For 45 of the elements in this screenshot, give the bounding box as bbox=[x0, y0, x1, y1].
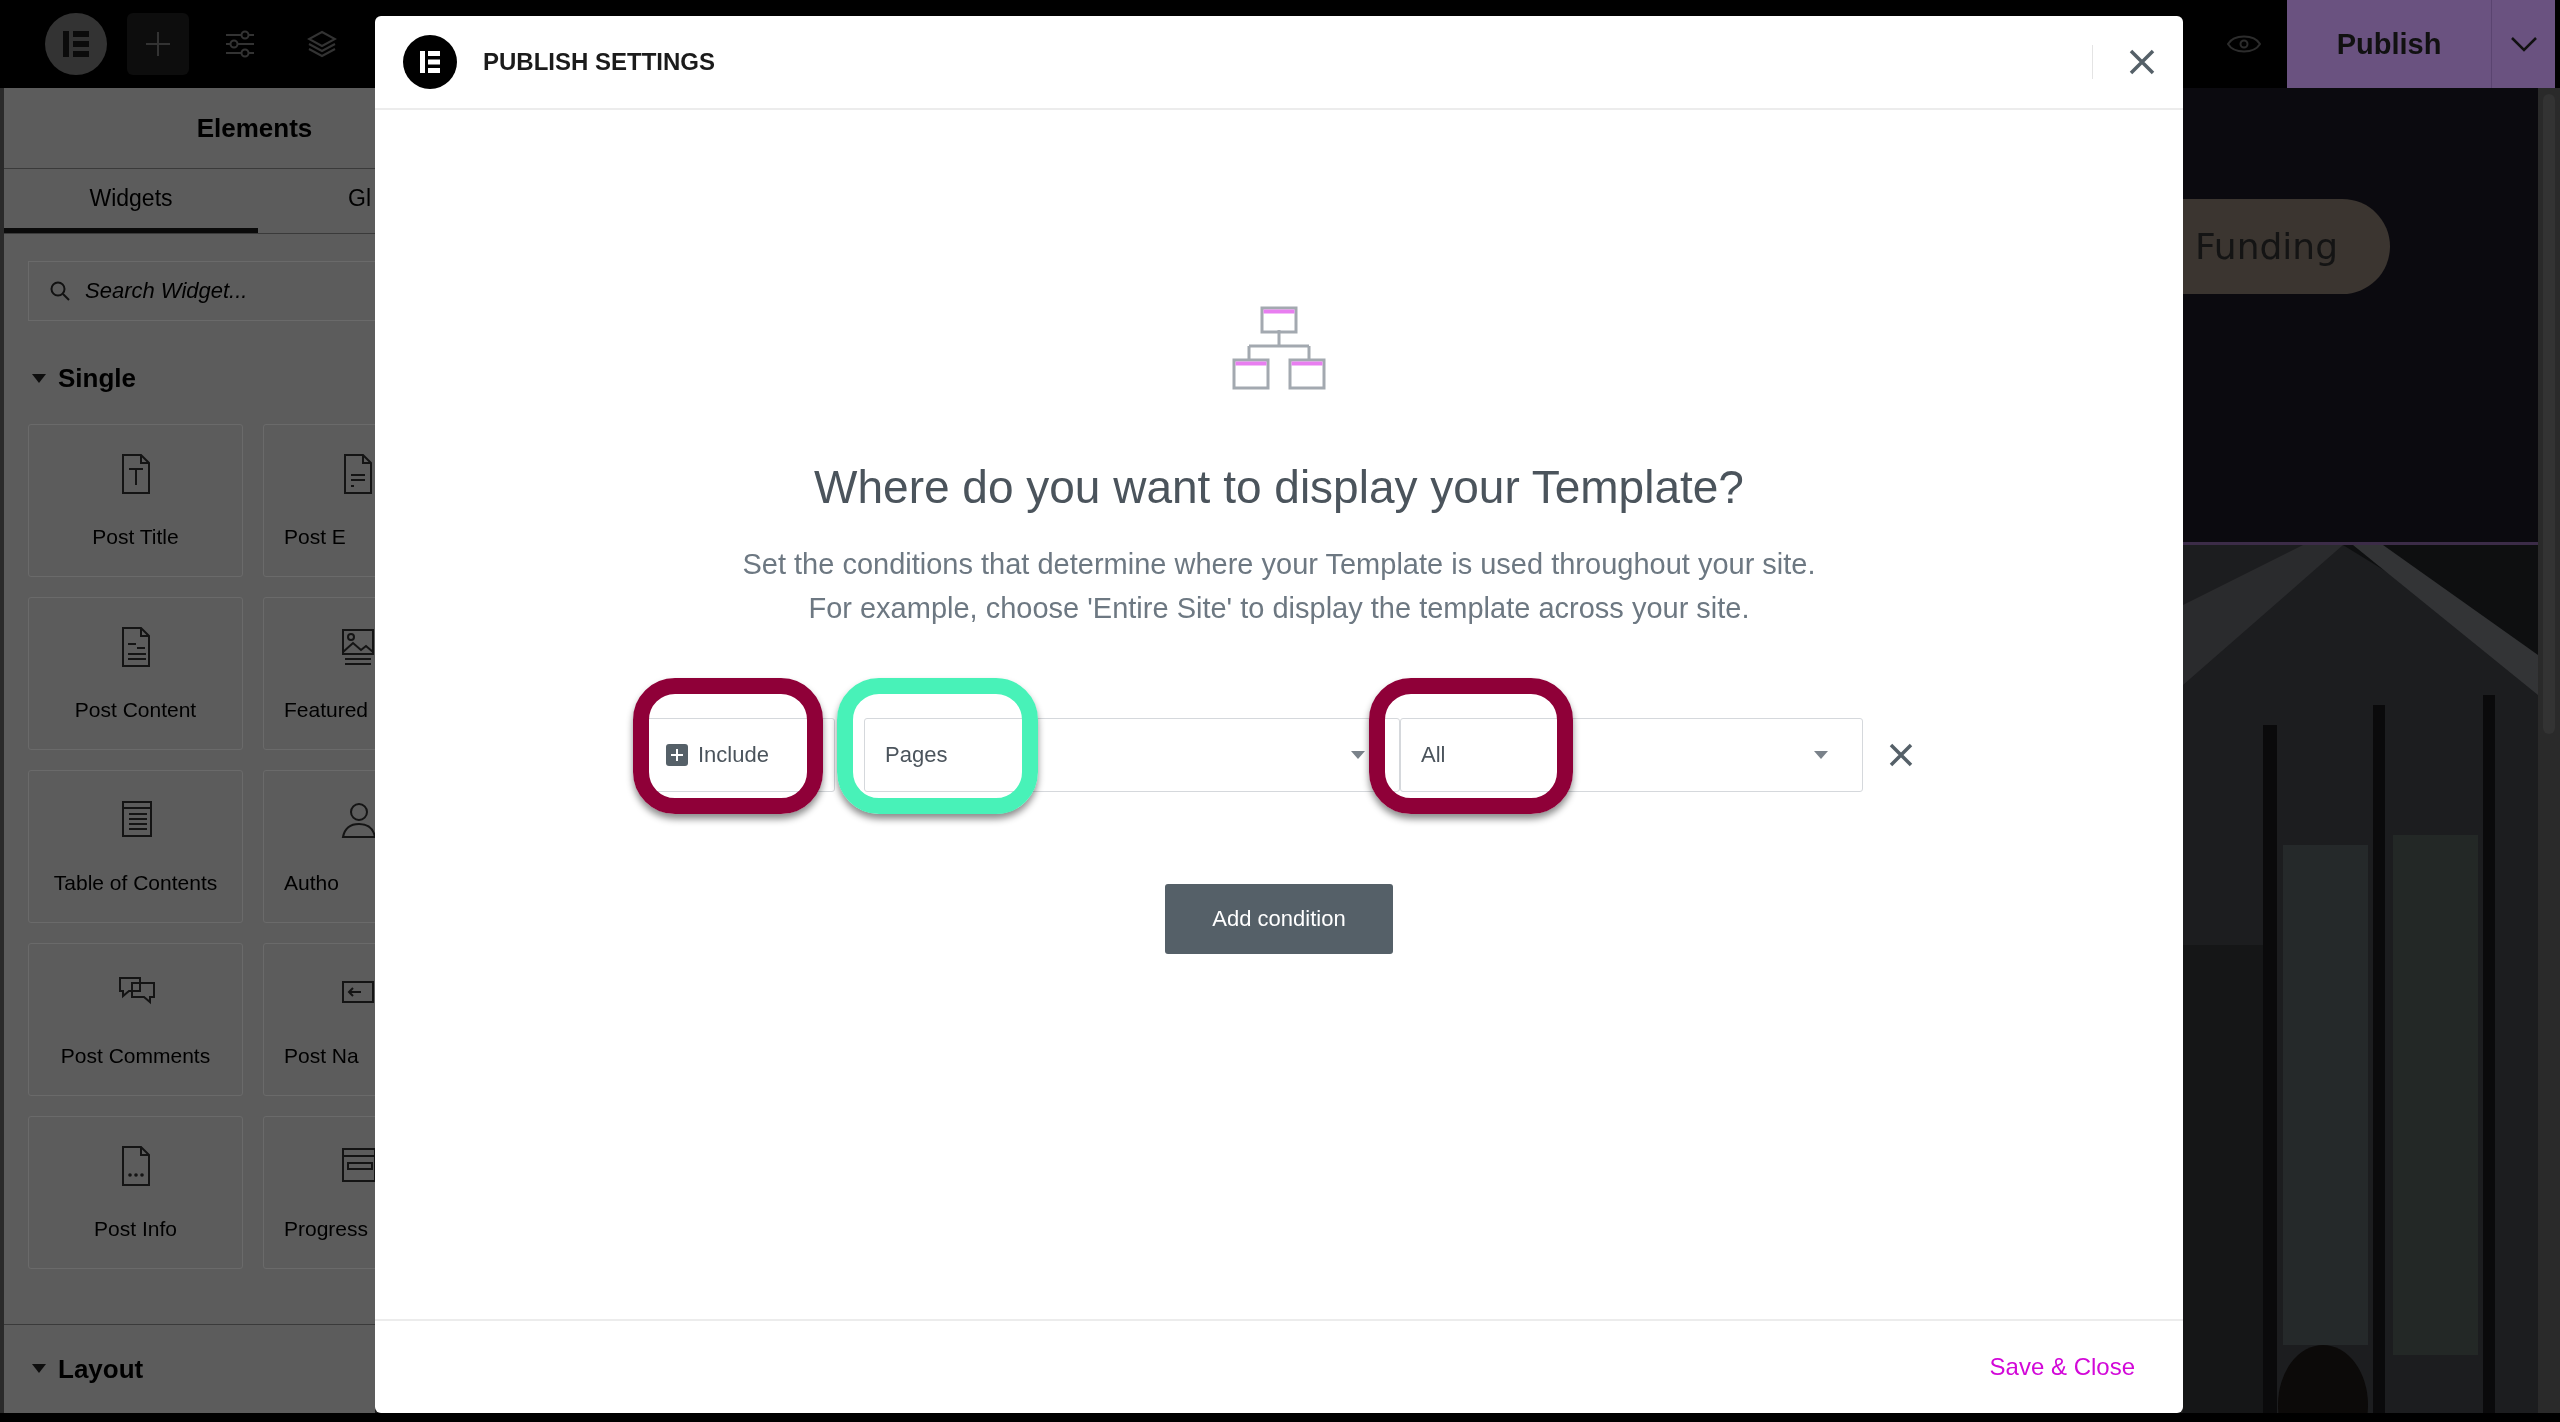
caret-icon bbox=[32, 1364, 46, 1374]
widget-card[interactable]: Post Content bbox=[28, 597, 243, 750]
logo-icon bbox=[403, 35, 457, 89]
dropdown-caret-icon bbox=[1814, 751, 1828, 759]
sitemap-icon bbox=[1232, 306, 1326, 392]
widget-label: Featured bbox=[284, 698, 370, 722]
widget-card[interactable]: Post Info bbox=[28, 1116, 243, 1269]
caret-icon bbox=[32, 373, 46, 384]
widget-label: Post E bbox=[284, 525, 347, 549]
publish-button[interactable]: Publish bbox=[2287, 0, 2491, 88]
widget-label: Post Na bbox=[284, 1044, 360, 1068]
widget-label: Autho bbox=[284, 871, 340, 895]
close-button[interactable] bbox=[2129, 49, 2155, 75]
panel-title: Elements bbox=[196, 112, 313, 144]
save-close-link[interactable]: Save & Close bbox=[1989, 1353, 2135, 1381]
widget-card[interactable]: Post Comments bbox=[28, 943, 243, 1096]
scrollbar[interactable] bbox=[2538, 88, 2560, 1413]
remove-button[interactable] bbox=[1889, 743, 1913, 767]
description-text: Set the conditions that determine where your Template is used throughout your site. bbox=[742, 547, 1816, 582]
dialog-heading: Where do you want to display your Template? bbox=[814, 460, 1744, 514]
tab[interactable]: Widgets bbox=[4, 169, 258, 233]
add-condition-button[interactable]: Add condition bbox=[1165, 884, 1393, 954]
widget-label: Progress bbox=[284, 1217, 370, 1241]
description-text: For example, choose 'Entire Site' to display the template across your site. bbox=[807, 591, 1751, 626]
image-icon bbox=[339, 626, 375, 668]
plus-icon bbox=[666, 744, 688, 766]
chevron-icon bbox=[2509, 36, 2538, 52]
tab[interactable]: Gl bbox=[258, 169, 371, 233]
widget-label: Post Title bbox=[91, 525, 180, 549]
section-title[interactable]: Layout bbox=[58, 1353, 144, 1385]
widget-label: Post Content bbox=[73, 698, 198, 722]
widget-card[interactable]: Post Title bbox=[28, 424, 243, 577]
select-field[interactable]: Pages bbox=[864, 718, 1400, 792]
search-field[interactable]: Search Widget... bbox=[28, 261, 375, 321]
widget-label: Post Comments bbox=[59, 1044, 212, 1068]
widget-label: Post Info bbox=[93, 1217, 178, 1241]
section-title[interactable]: Single bbox=[58, 363, 136, 394]
search-icon bbox=[50, 281, 70, 301]
dialog-title: PUBLISH SETTINGS bbox=[483, 48, 716, 76]
dropdown-caret-icon bbox=[1351, 751, 1365, 759]
widget-label: Table of Contents bbox=[52, 871, 219, 895]
dropdown-button[interactable] bbox=[2491, 0, 2555, 88]
widget-card[interactable]: Table of Contents bbox=[28, 770, 243, 923]
add-icon[interactable] bbox=[127, 13, 189, 75]
select-field[interactable]: All bbox=[1400, 718, 1863, 792]
